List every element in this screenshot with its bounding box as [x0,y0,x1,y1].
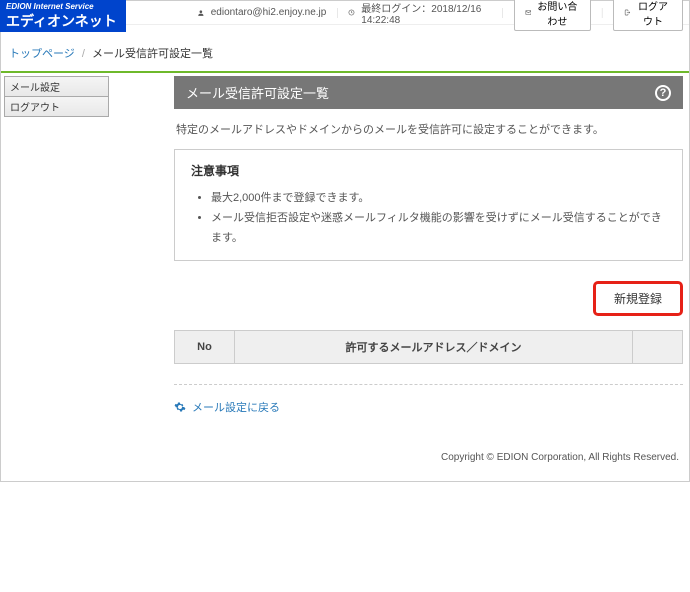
logo: EDION Internet Service エディオンネット [0,0,126,32]
user-email: ediontaro@hi2.enjoy.ne.jp [211,7,327,18]
new-register-button[interactable]: 新規登録 [593,281,683,316]
notice-list: 最大2,000件まで登録できます。 メール受信拒否設定や迷惑メールフィルタ機能の… [191,189,666,248]
back-to-settings-link[interactable]: メール設定に戻る [174,395,683,419]
sidebar-item-mail-settings[interactable]: メール設定 [4,76,109,97]
page-description: 特定のメールアドレスやドメインからのメールを受信許可に設定することができます。 [174,109,683,149]
col-no: No [175,331,235,364]
gear-icon [174,401,186,413]
separator: ｜ [597,5,607,20]
contact-button[interactable]: お問い合わせ [514,0,592,31]
mail-icon [525,8,532,17]
separator: ｜ [332,5,342,20]
breadcrumb-current: メール受信許可設定一覧 [92,48,213,60]
logout-button[interactable]: ログアウト [613,0,683,31]
footer: Copyright © EDION Corporation, All Right… [1,434,689,481]
table-header-row: No 許可するメールアドレス／ドメイン [175,331,683,364]
clock-icon [348,8,355,17]
copyright: Copyright © EDION Corporation, All Right… [441,452,679,463]
breadcrumb-separator: / [82,48,85,60]
notice-title: 注意事項 [191,162,666,179]
col-domain: 許可するメールアドレス／ドメイン [235,331,633,364]
logo-title: エディオンネット [6,11,120,31]
back-link-label: メール設定に戻る [192,399,280,415]
action-row: 新規登録 [174,273,683,324]
sidebar: メール設定 ログアウト [1,73,109,434]
breadcrumb-top-link[interactable]: トップページ [9,48,75,60]
panel-header: メール受信許可設定一覧 ? [174,76,683,109]
help-icon[interactable]: ? [655,85,671,101]
main-content: メール受信許可設定一覧 ? 特定のメールアドレスやドメインからのメールを受信許可… [109,73,689,434]
notice-item: メール受信拒否設定や迷惑メールフィルタ機能の影響を受けずにメール受信することがで… [211,209,666,249]
notice-item: 最大2,000件まで登録できます。 [211,189,666,209]
separator: ｜ [498,5,508,20]
dotted-divider [174,384,683,385]
notice-box: 注意事項 最大2,000件まで登録できます。 メール受信拒否設定や迷惑メールフィ… [174,149,683,261]
col-action [633,331,683,364]
allow-list-table: No 許可するメールアドレス／ドメイン [174,330,683,364]
breadcrumb: トップページ / メール受信許可設定一覧 [1,35,689,71]
user-icon [197,8,205,18]
logout-icon [624,8,631,17]
page-container: EDION Internet Service エディオンネット ediontar… [0,0,690,482]
logo-subtitle: EDION Internet Service [6,2,120,11]
sidebar-item-logout[interactable]: ログアウト [4,96,109,117]
last-login-label: 最終ログイン：2018/12/16 14:22:48 [361,0,491,26]
page-title: メール受信許可設定一覧 [186,83,329,102]
